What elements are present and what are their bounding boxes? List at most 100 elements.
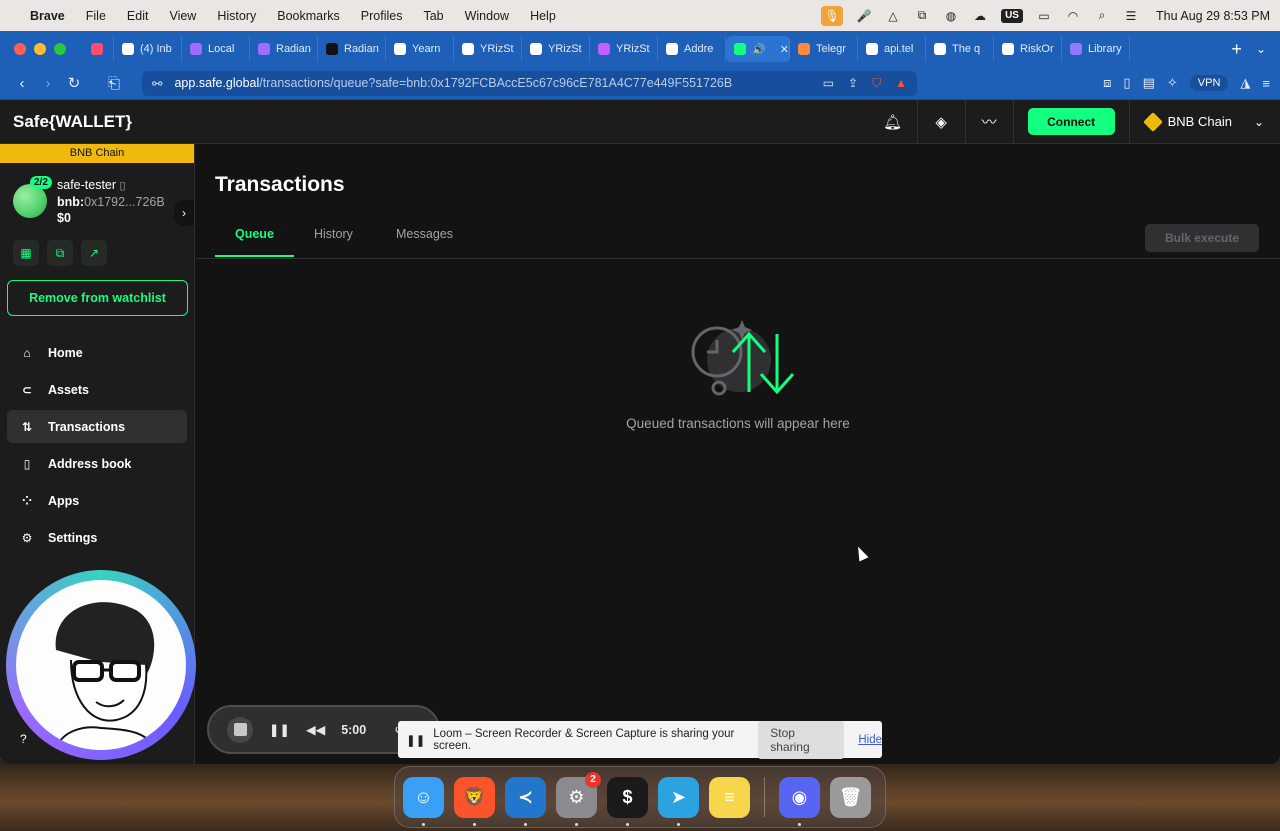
browser-tab[interactable]: api.tel <box>858 36 926 62</box>
menu-file[interactable]: File <box>86 9 106 23</box>
wallet-icon[interactable]: ▤ <box>1143 75 1155 91</box>
browser-tab[interactable]: YRizSt <box>454 36 522 62</box>
sidebar-item-home[interactable]: ⌂ Home <box>7 336 187 369</box>
open-explorer-icon[interactable]: ↗ <box>81 240 107 266</box>
sidebar-item-address-book[interactable]: ▯ Address book <box>7 447 187 480</box>
tab-overflow-icon[interactable]: ⌄ <box>1256 42 1266 56</box>
keyboard-layout-badge[interactable]: US <box>1001 8 1024 23</box>
bulk-execute-button[interactable]: Bulk execute <box>1145 224 1259 252</box>
batch-layers-icon[interactable]: ◈ <box>916 99 965 144</box>
rewind-icon[interactable]: ◀◀ <box>306 722 325 737</box>
wifi-icon[interactable]: ◠ <box>1065 9 1081 23</box>
microphone-icon[interactable]: 🎙 <box>821 5 844 26</box>
new-tab-button[interactable]: + <box>1231 39 1242 60</box>
back-button[interactable]: ‹ <box>10 75 34 92</box>
sidebar-toggle-icon[interactable]: ▯ <box>1123 75 1130 91</box>
browser-tab[interactable]: (4) Inb <box>114 36 182 62</box>
copy-icon[interactable]: ▯ <box>120 180 126 192</box>
tab-queue[interactable]: Queue <box>215 227 294 257</box>
creative-cloud-icon[interactable]: ☁ <box>972 9 988 23</box>
browser-tab[interactable] <box>80 36 114 62</box>
dock-terminal-icon[interactable]: $ <box>607 776 648 826</box>
browser-tab[interactable]: YRizSt <box>522 36 590 62</box>
sidebar-item-assets[interactable]: ⊂ Assets <box>7 373 187 406</box>
stop-sharing-button[interactable]: Stop sharing <box>758 720 845 759</box>
browser-tab[interactable]: Local <box>182 36 250 62</box>
bookmark-icon[interactable]: ⎗ <box>102 75 126 92</box>
browser-tab[interactable]: RiskOr <box>994 36 1062 62</box>
vpn-button[interactable]: VPN <box>1189 75 1229 91</box>
menu-help[interactable]: Help <box>530 9 556 23</box>
browser-tab[interactable]: Radian <box>250 36 318 62</box>
browser-tab[interactable]: Addre <box>658 36 726 62</box>
browser-tab[interactable]: Yearn <box>386 36 454 62</box>
dock-system-settings-icon[interactable]: ⚙ 2 <box>556 771 601 826</box>
copy-address-icon[interactable]: ⧉ <box>47 240 73 266</box>
url-bar[interactable]: ⚯ app.safe.global/transactions/queue?saf… <box>142 70 917 96</box>
brave-news-icon[interactable]: ◮ <box>1240 75 1250 91</box>
battery-icon[interactable]: ▭ <box>1036 9 1052 23</box>
control-center-icon[interactable]: ☰ <box>1123 9 1139 23</box>
loom-camera-bubble[interactable] <box>6 570 196 760</box>
menu-clock[interactable]: Thu Aug 29 8:53 PM <box>1156 9 1270 23</box>
dock-notes-icon[interactable]: ≡ <box>709 776 750 818</box>
menu-app-name[interactable]: Brave <box>30 9 65 23</box>
dock-telegram-icon[interactable]: ➤ <box>658 776 699 826</box>
forward-button[interactable]: › <box>36 75 60 92</box>
menu-bookmarks[interactable]: Bookmarks <box>277 9 340 23</box>
crop-icon[interactable]: ⧉ <box>914 8 930 23</box>
help-icon[interactable]: ? <box>20 732 27 746</box>
remove-from-watchlist-button[interactable]: Remove from watchlist <box>7 280 188 316</box>
menu-window[interactable]: Window <box>465 9 509 23</box>
zoom-window-button[interactable] <box>54 43 66 55</box>
close-tab-icon[interactable]: ✕ <box>780 43 789 56</box>
extensions-icon[interactable]: ⧈ <box>1103 75 1111 91</box>
reload-button[interactable]: ↻ <box>62 74 86 92</box>
connect-wallet-button[interactable]: Connect <box>1027 108 1115 135</box>
dock-discord-icon[interactable]: ◉ <box>779 776 820 826</box>
brave-rewards-icon[interactable]: ▲ <box>895 76 907 91</box>
browser-tab[interactable]: The q <box>926 36 994 62</box>
brave-shield-icon[interactable]: ⛉ <box>872 76 881 91</box>
dock-finder-icon[interactable]: ☺ <box>403 776 444 826</box>
hide-banner-link[interactable]: Hide <box>858 734 882 746</box>
sidebar-item-apps[interactable]: ⁘ Apps <box>7 484 187 517</box>
cast-icon[interactable]: ▭ <box>823 76 834 91</box>
site-settings-icon[interactable]: ⚯ <box>152 76 162 91</box>
menu-view[interactable]: View <box>169 9 196 23</box>
qr-code-icon[interactable]: ▦ <box>13 240 39 266</box>
safe-address[interactable]: 0x1792...726B <box>84 195 165 209</box>
stop-recording-button[interactable] <box>227 716 253 743</box>
tab-messages[interactable]: Messages <box>396 227 453 255</box>
menu-tab[interactable]: Tab <box>423 9 443 23</box>
leo-ai-icon[interactable]: ✧ <box>1167 75 1178 91</box>
mic-small-icon[interactable]: 🎤 <box>856 9 872 23</box>
dock-vscode-icon[interactable]: ≺ <box>505 776 546 826</box>
notifications-bell-icon[interactable]: 🔔︎ <box>869 100 917 144</box>
browser-tab[interactable]: Library <box>1062 36 1130 62</box>
browser-tab[interactable]: 🔊 ✕ <box>726 36 790 62</box>
tab-history[interactable]: History <box>314 227 353 255</box>
network-selector[interactable]: BNB Chain ⌄ <box>1128 100 1280 143</box>
stats-icon[interactable]: ◍ <box>943 9 959 23</box>
browser-tab[interactable]: Telegr <box>790 36 858 62</box>
drive-icon[interactable]: △ <box>885 9 901 23</box>
browser-tab[interactable]: Radian <box>318 36 386 62</box>
close-window-button[interactable] <box>14 43 26 55</box>
share-icon[interactable]: ⇪ <box>848 76 858 91</box>
browser-menu-icon[interactable]: ≡ <box>1262 76 1270 91</box>
minimize-window-button[interactable] <box>34 43 46 55</box>
menu-edit[interactable]: Edit <box>127 9 149 23</box>
search-icon[interactable]: ⌕ <box>1094 8 1110 23</box>
menu-profiles[interactable]: Profiles <box>361 9 403 23</box>
pause-icon[interactable]: ❚❚ <box>269 722 290 737</box>
dock-brave-icon[interactable]: 🦁 <box>454 776 495 826</box>
browser-tab[interactable]: YRizSt <box>590 36 658 62</box>
expand-safe-list-button[interactable]: › <box>174 200 194 226</box>
sidebar-item-settings[interactable]: ⚙ Settings <box>7 521 187 554</box>
sidebar-item-transactions[interactable]: ⇅ Transactions <box>7 410 187 443</box>
safe-logo[interactable]: Safe{WALLET} <box>13 112 132 132</box>
dock-trash-icon[interactable]: 🗑 <box>830 776 871 818</box>
audio-playing-icon[interactable]: 🔊 <box>752 43 766 56</box>
menu-history[interactable]: History <box>217 9 256 23</box>
